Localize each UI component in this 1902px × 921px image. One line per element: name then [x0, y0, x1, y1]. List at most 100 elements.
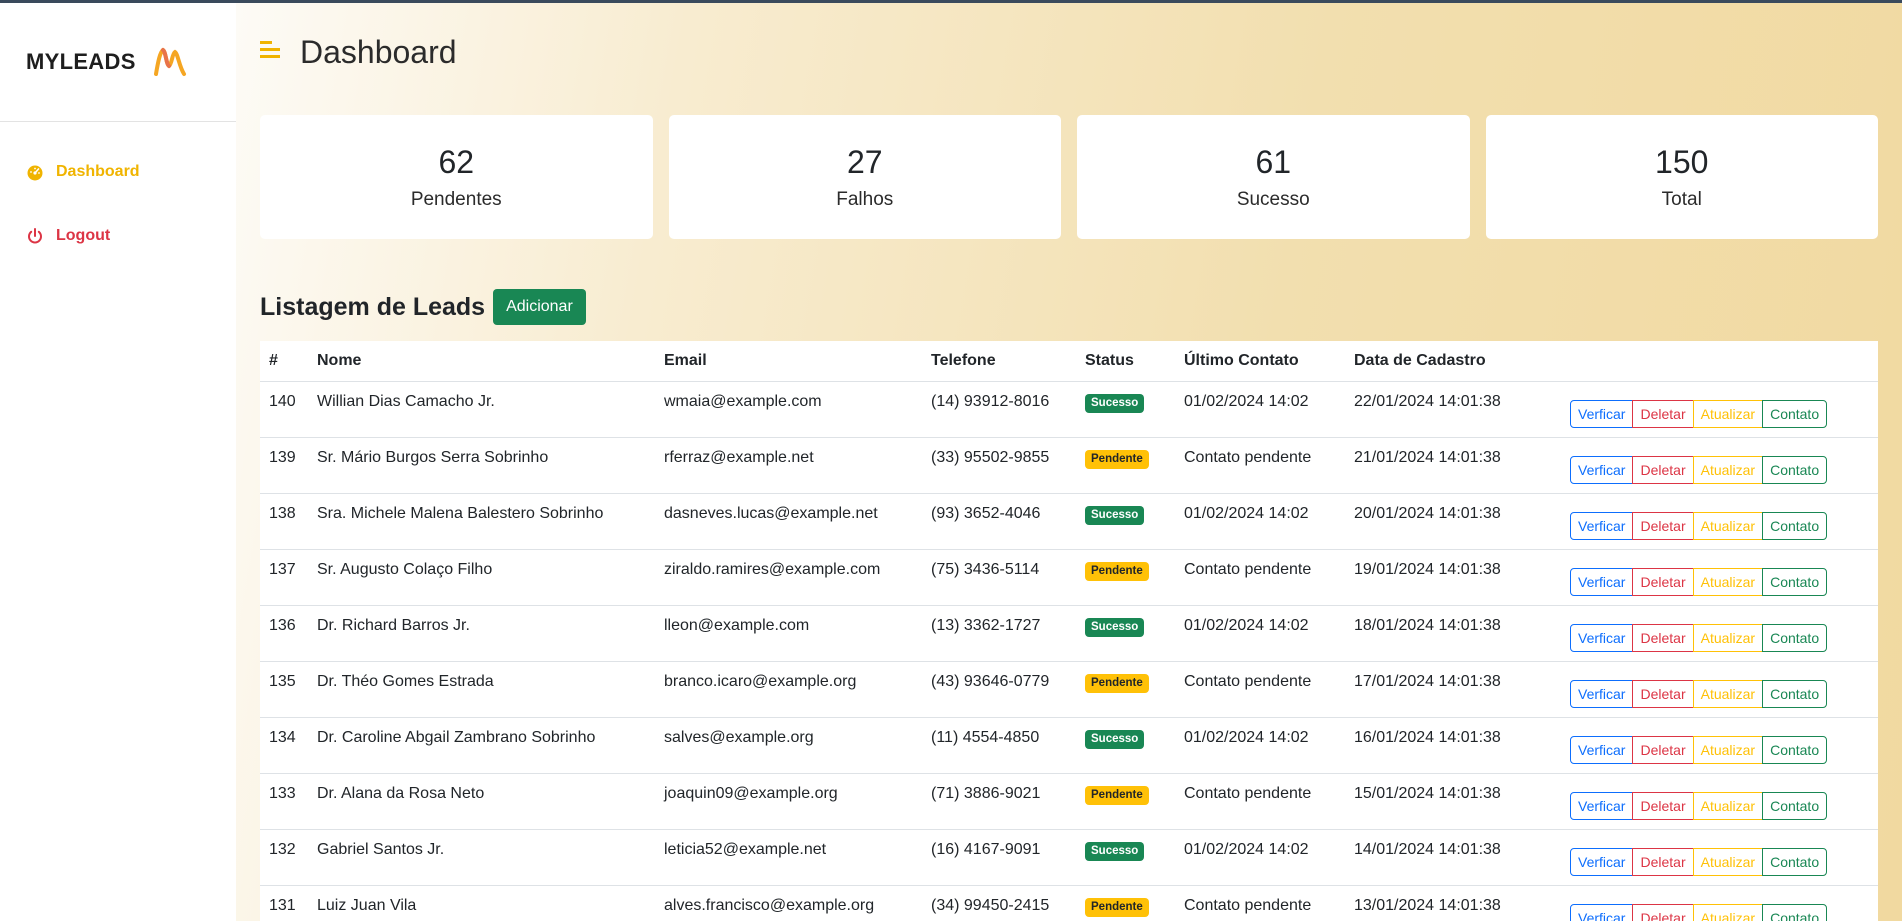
column-header-last-contact: Último Contato: [1184, 351, 1299, 369]
brand-name: MYLEADS: [26, 49, 136, 74]
action-button-group: Verficar Deletar Atualizar Contato: [1570, 736, 1828, 764]
lead-created: 20/01/2024 14:01:38: [1345, 492, 1555, 549]
lead-phone: (75) 3436-5114: [922, 548, 1076, 605]
delete-button[interactable]: Deletar: [1632, 792, 1694, 820]
lead-status-cell: Pendente: [1076, 436, 1175, 493]
lead-phone: (16) 4167-9091: [922, 828, 1076, 885]
update-button[interactable]: Atualizar: [1692, 848, 1764, 876]
lead-id: 133: [260, 772, 308, 829]
update-button[interactable]: Atualizar: [1692, 400, 1764, 428]
page-title: Dashboard: [300, 33, 457, 70]
stat-card-pending: 62 Pendentes: [260, 115, 653, 239]
lead-actions: Verficar Deletar Atualizar Contato: [1555, 884, 1878, 921]
contact-button[interactable]: Contato: [1762, 904, 1828, 921]
brand-logo-icon: [153, 47, 186, 76]
lead-id: 140: [260, 380, 308, 437]
delete-button[interactable]: Deletar: [1632, 456, 1694, 484]
lead-email: leticia52@example.net: [655, 828, 922, 885]
verify-button[interactable]: Verficar: [1570, 624, 1634, 652]
stat-label: Falhos: [836, 188, 894, 210]
lead-created: 22/01/2024 14:01:38: [1345, 380, 1555, 437]
status-badge: Sucesso: [1085, 841, 1145, 861]
sidebar-item-label: Logout: [56, 227, 111, 244]
add-lead-button[interactable]: Adicionar: [493, 289, 586, 325]
leads-list-header: Listagem de Leads Adicionar: [260, 287, 1878, 327]
lead-last-contact: Contato pendente: [1175, 660, 1345, 717]
lead-status-cell: Pendente: [1076, 548, 1175, 605]
contact-button[interactable]: Contato: [1762, 624, 1828, 652]
contact-button[interactable]: Contato: [1762, 680, 1828, 708]
lead-last-contact: 01/02/2024 14:02: [1175, 492, 1345, 549]
delete-button[interactable]: Deletar: [1632, 400, 1694, 428]
verify-button[interactable]: Verficar: [1570, 736, 1634, 764]
contact-button[interactable]: Contato: [1762, 792, 1828, 820]
lead-email: rferraz@example.net: [655, 436, 922, 493]
verify-button[interactable]: Verficar: [1570, 456, 1634, 484]
contact-button[interactable]: Contato: [1762, 736, 1828, 764]
delete-button[interactable]: Deletar: [1632, 512, 1694, 540]
lead-id: 131: [260, 884, 308, 921]
lead-email: wmaia@example.com: [655, 380, 922, 437]
lead-created: 16/01/2024 14:01:38: [1345, 716, 1555, 773]
update-button[interactable]: Atualizar: [1692, 512, 1764, 540]
lead-created: 14/01/2024 14:01:38: [1345, 828, 1555, 885]
update-button[interactable]: Atualizar: [1692, 568, 1764, 596]
update-button[interactable]: Atualizar: [1692, 792, 1764, 820]
lead-last-contact: 01/02/2024 14:02: [1175, 716, 1345, 773]
column-header-email: Email: [664, 351, 707, 369]
stat-card-success: 61 Sucesso: [1077, 115, 1470, 239]
stat-value: 27: [846, 143, 883, 180]
sidebar-item-logout[interactable]: Logout: [0, 222, 236, 250]
verify-button[interactable]: Verficar: [1570, 792, 1634, 820]
table-row: 138 Sra. Michele Malena Balestero Sobrin…: [260, 492, 1878, 549]
verify-button[interactable]: Verficar: [1570, 400, 1634, 428]
update-button[interactable]: Atualizar: [1692, 680, 1764, 708]
stat-card-failed: 27 Falhos: [668, 115, 1061, 239]
table-row: 140 Willian Dias Camacho Jr. wmaia@examp…: [260, 380, 1878, 437]
lead-actions: Verficar Deletar Atualizar Contato: [1555, 828, 1878, 885]
column-header-name: Nome: [317, 351, 362, 369]
verify-button[interactable]: Verficar: [1570, 680, 1634, 708]
delete-button[interactable]: Deletar: [1632, 624, 1694, 652]
menu-toggle-icon[interactable]: [260, 39, 282, 61]
lead-actions: Verficar Deletar Atualizar Contato: [1555, 716, 1878, 773]
verify-button[interactable]: Verficar: [1570, 848, 1634, 876]
page-header: Dashboard: [260, 3, 1878, 101]
lead-actions: Verficar Deletar Atualizar Contato: [1555, 436, 1878, 493]
verify-button[interactable]: Verficar: [1570, 904, 1634, 921]
lead-name: Sr. Mário Burgos Serra Sobrinho: [308, 436, 655, 493]
status-badge: Pendente: [1085, 673, 1149, 693]
sidebar-item-dashboard[interactable]: Dashboard: [0, 158, 236, 186]
lead-name: Dr. Théo Gomes Estrada: [308, 660, 655, 717]
lead-name: Dr. Caroline Abgail Zambrano Sobrinho: [308, 716, 655, 773]
lead-status-cell: Pendente: [1076, 884, 1175, 921]
update-button[interactable]: Atualizar: [1692, 624, 1764, 652]
action-button-group: Verficar Deletar Atualizar Contato: [1570, 624, 1828, 652]
delete-button[interactable]: Deletar: [1632, 848, 1694, 876]
delete-button[interactable]: Deletar: [1632, 568, 1694, 596]
contact-button[interactable]: Contato: [1762, 400, 1828, 428]
lead-status-cell: Pendente: [1076, 660, 1175, 717]
status-badge: Sucesso: [1085, 505, 1145, 525]
column-header-phone: Telefone: [931, 351, 996, 369]
contact-button[interactable]: Contato: [1762, 512, 1828, 540]
contact-button[interactable]: Contato: [1762, 456, 1828, 484]
stats-cards: 62 Pendentes 27 Falhos 61 Sucesso 150 To…: [260, 115, 1878, 239]
lead-status-cell: Sucesso: [1076, 828, 1175, 885]
contact-button[interactable]: Contato: [1762, 848, 1828, 876]
stat-value: 150: [1655, 143, 1709, 180]
lead-phone: (14) 93912-8016: [922, 380, 1076, 437]
lead-email: salves@example.org: [655, 716, 922, 773]
delete-button[interactable]: Deletar: [1632, 680, 1694, 708]
verify-button[interactable]: Verficar: [1570, 512, 1634, 540]
update-button[interactable]: Atualizar: [1692, 736, 1764, 764]
column-header-status: Status: [1085, 351, 1134, 369]
contact-button[interactable]: Contato: [1762, 568, 1828, 596]
stat-label: Pendentes: [410, 188, 502, 210]
main-content: Dashboard 62 Pendentes 27 Falhos 61 Suce…: [236, 3, 1902, 921]
delete-button[interactable]: Deletar: [1632, 904, 1694, 921]
update-button[interactable]: Atualizar: [1692, 456, 1764, 484]
verify-button[interactable]: Verficar: [1570, 568, 1634, 596]
delete-button[interactable]: Deletar: [1632, 736, 1694, 764]
update-button[interactable]: Atualizar: [1692, 904, 1764, 921]
